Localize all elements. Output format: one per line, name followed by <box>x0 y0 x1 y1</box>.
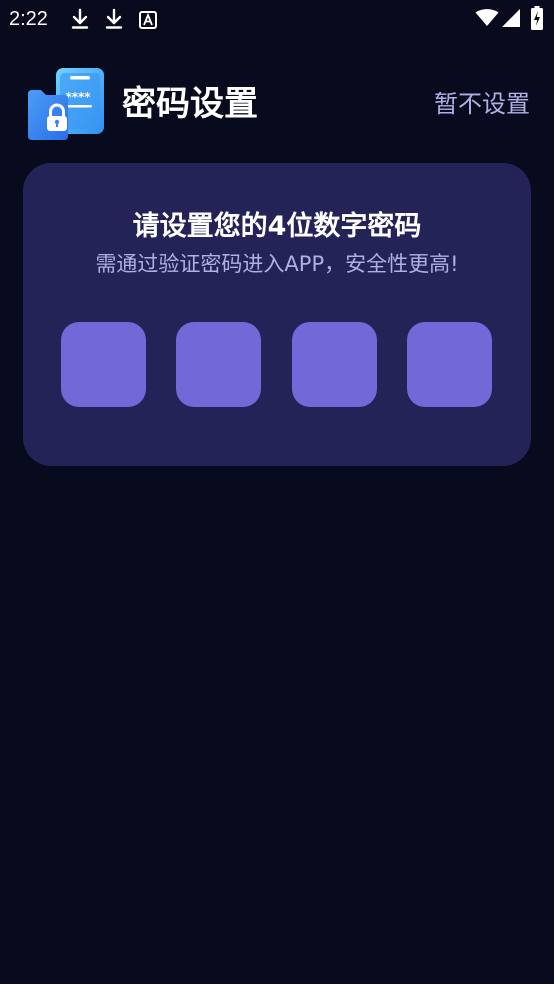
signal-icon <box>502 9 520 27</box>
phone-lock-icon: **** <box>28 68 104 140</box>
download-icon <box>71 8 89 29</box>
status-bar: 2:22 <box>0 0 554 38</box>
pin-digit-box[interactable] <box>61 322 146 407</box>
download-icon <box>105 8 123 29</box>
skip-button[interactable]: 暂不设置 <box>434 88 530 120</box>
wifi-icon <box>475 9 499 26</box>
svg-text:****: **** <box>65 90 91 104</box>
pin-card: 请设置您的4位数字密码 需通过验证密码进入APP，安全性更高! <box>23 163 531 466</box>
status-time: 2:22 <box>9 8 48 30</box>
battery-charging-icon <box>531 6 543 30</box>
pin-subtitle: 需通过验证密码进入APP，安全性更高! <box>95 252 459 276</box>
pin-digit-box[interactable] <box>176 322 261 407</box>
pin-digit-box[interactable] <box>292 322 377 407</box>
pin-heading: 请设置您的4位数字密码 <box>132 211 422 242</box>
page-title: 密码设置 <box>122 84 258 124</box>
pin-digit-box[interactable] <box>407 322 492 407</box>
pin-input-group[interactable] <box>61 322 493 407</box>
header: **** 密码设置 暂不设置 <box>0 60 554 150</box>
font-icon <box>139 11 157 29</box>
